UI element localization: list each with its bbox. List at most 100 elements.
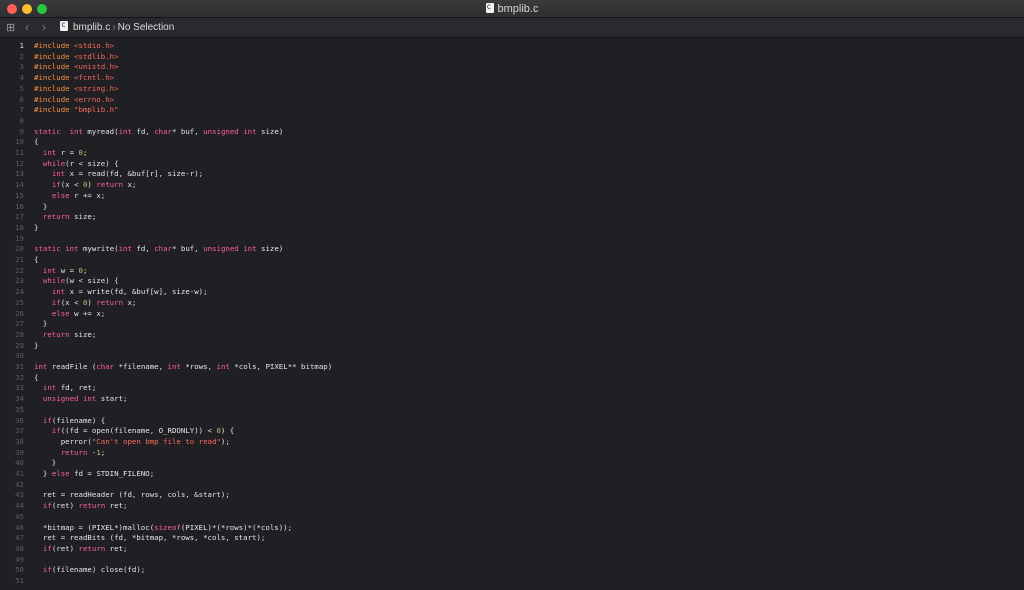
code-line[interactable]: 6 #include <errno.h> <box>0 95 1024 106</box>
code-line[interactable]: 8 <box>0 116 1024 127</box>
code-line[interactable]: 45 <box>0 512 1024 523</box>
code-line[interactable]: 41 } else fd = STDIN_FILENO; <box>0 469 1024 480</box>
code-text[interactable]: #include <stdlib.h> <box>34 52 119 63</box>
code-line[interactable]: 43 ret = readHeader (fd, rows, cols, &st… <box>0 490 1024 501</box>
code-text[interactable]: if(filename) { <box>34 416 105 427</box>
code-line[interactable]: 48 if(ret) return ret; <box>0 544 1024 555</box>
code-text[interactable]: #include <unistd.h> <box>34 62 119 73</box>
code-line[interactable]: 1 #include <stdio.h> <box>0 41 1024 52</box>
code-line[interactable]: 38 perror("Can't open bmp file to read")… <box>0 437 1024 448</box>
code-text[interactable]: #include <fcntl.h> <box>34 73 114 84</box>
forward-button[interactable]: › <box>42 20 46 34</box>
code-text[interactable]: if(filename) close(fd); <box>34 565 145 576</box>
breadcrumb-file[interactable]: bmplib.c <box>73 22 110 33</box>
code-text[interactable]: else w += x; <box>34 309 105 320</box>
code-line[interactable]: 3 #include <unistd.h> <box>0 62 1024 73</box>
code-line[interactable]: 15 else r += x; <box>0 191 1024 202</box>
code-line[interactable]: 39 return -1; <box>0 448 1024 459</box>
code-text[interactable]: int x = write(fd, &buf[w], size-w); <box>34 287 208 298</box>
code-text[interactable]: { <box>34 137 38 148</box>
code-text[interactable]: int readFile (char *filename, int *rows,… <box>34 362 332 373</box>
code-text[interactable]: #include "bmplib.h" <box>34 105 119 116</box>
code-line[interactable]: 34 unsigned int start; <box>0 394 1024 405</box>
code-text[interactable]: } <box>34 202 47 213</box>
code-line[interactable]: 25 if(x < 0) return x; <box>0 298 1024 309</box>
code-text[interactable]: if(ret) return ret; <box>34 501 128 512</box>
code-line[interactable]: 13 int x = read(fd, &buf[r], size-r); <box>0 169 1024 180</box>
code-line[interactable]: 36 if(filename) { <box>0 416 1024 427</box>
code-line[interactable]: 20 static int mywrite(int fd, char* buf, … <box>0 244 1024 255</box>
code-line[interactable]: 14 if(x < 0) return x; <box>0 180 1024 191</box>
code-text[interactable]: return -1; <box>34 448 106 459</box>
code-text[interactable]: } else fd = STDIN_FILENO; <box>34 469 154 480</box>
code-text[interactable]: return size; <box>34 212 96 223</box>
code-line[interactable]: 30 <box>0 351 1024 362</box>
back-button[interactable]: ‹ <box>25 20 29 34</box>
code-text[interactable]: } <box>34 341 38 352</box>
code-line[interactable]: 23 while(w < size) { <box>0 276 1024 287</box>
code-line[interactable]: 16 } <box>0 202 1024 213</box>
code-line[interactable]: 12 while(r < size) { <box>0 159 1024 170</box>
code-line[interactable]: 32 { <box>0 373 1024 384</box>
code-text[interactable]: else r += x; <box>34 191 105 202</box>
code-text[interactable]: { <box>34 373 38 384</box>
code-line[interactable]: 7 #include "bmplib.h" <box>0 105 1024 116</box>
code-text[interactable]: if(x < 0) return x; <box>34 298 137 309</box>
code-line[interactable]: 31 int readFile (char *filename, int *row… <box>0 362 1024 373</box>
code-line[interactable]: 26 else w += x; <box>0 309 1024 320</box>
code-text[interactable]: static int mywrite(int fd, char* buf, un… <box>34 244 283 255</box>
code-text[interactable]: static int myread(int fd, char* buf, uns… <box>34 127 283 138</box>
code-text[interactable]: #include <errno.h> <box>34 95 114 106</box>
code-text[interactable]: ret = readBits (fd, *bitmap, *rows, *col… <box>34 533 266 544</box>
breadcrumb-selection[interactable]: No Selection <box>118 22 175 33</box>
code-text[interactable]: } <box>34 223 38 234</box>
code-line[interactable]: 4 #include <fcntl.h> <box>0 73 1024 84</box>
code-line[interactable]: 28 return size; <box>0 330 1024 341</box>
code-line[interactable]: 10 { <box>0 137 1024 148</box>
code-line[interactable]: 17 return size; <box>0 212 1024 223</box>
code-line[interactable]: 21 { <box>0 255 1024 266</box>
code-line[interactable]: 18} <box>0 223 1024 234</box>
source-editor[interactable]: 1 #include <stdio.h> 2 #include <stdlib.h> 3… <box>0 38 1024 590</box>
code-line[interactable]: 33 int fd, ret; <box>0 383 1024 394</box>
code-line[interactable]: 29} <box>0 341 1024 352</box>
code-text[interactable]: } <box>34 319 47 330</box>
code-line[interactable]: 35 <box>0 405 1024 416</box>
code-text[interactable]: perror("Can't open bmp file to read"); <box>34 437 230 448</box>
code-line[interactable]: 24 int x = write(fd, &buf[w], size-w); <box>0 287 1024 298</box>
code-line[interactable]: 49 <box>0 555 1024 566</box>
code-text[interactable]: int w = 0; <box>34 266 88 277</box>
code-line[interactable]: 42 <box>0 480 1024 491</box>
code-line[interactable]: 5 #include <string.h> <box>0 84 1024 95</box>
code-text[interactable]: while(r < size) { <box>34 159 119 170</box>
code-text[interactable]: { <box>34 255 38 266</box>
code-text[interactable]: while(w < size) { <box>34 276 119 287</box>
code-line[interactable]: 9 static int myread(int fd, char* buf, un… <box>0 127 1024 138</box>
code-line[interactable]: 37 if((fd = open(filename, O_RDONLY)) < … <box>0 426 1024 437</box>
code-text[interactable]: if(ret) return ret; <box>34 544 128 555</box>
code-text[interactable]: #include <string.h> <box>34 84 119 95</box>
code-line[interactable]: 2 #include <stdlib.h> <box>0 52 1024 63</box>
related-items-grid-icon[interactable]: ⊞ <box>6 21 15 35</box>
code-line[interactable]: 11 int r = 0; <box>0 148 1024 159</box>
code-line[interactable]: 51 <box>0 576 1024 587</box>
code-text[interactable]: ret = readHeader (fd, rows, cols, &start… <box>34 490 230 501</box>
code-line[interactable]: 27 } <box>0 319 1024 330</box>
code-line[interactable]: 44 if(ret) return ret; <box>0 501 1024 512</box>
code-text[interactable]: int r = 0; <box>34 148 88 159</box>
code-text[interactable]: if(x < 0) return x; <box>34 180 137 191</box>
code-text[interactable]: #include <stdio.h> <box>34 41 114 52</box>
code-line[interactable]: 40 } <box>0 458 1024 469</box>
code-line[interactable]: 50 if(filename) close(fd); <box>0 565 1024 576</box>
code-text[interactable]: return size; <box>34 330 96 341</box>
code-text[interactable]: int fd, ret; <box>34 383 96 394</box>
code-text[interactable]: *bitmap = (PIXEL*)malloc(sizeof(PIXEL)*(… <box>34 523 292 534</box>
code-line[interactable]: 47 ret = readBits (fd, *bitmap, *rows, *… <box>0 533 1024 544</box>
code-text[interactable]: int x = read(fd, &buf[r], size-r); <box>34 169 203 180</box>
code-line[interactable]: 19 <box>0 234 1024 245</box>
code-text[interactable]: unsigned int start; <box>34 394 128 405</box>
code-line[interactable]: 22 int w = 0; <box>0 266 1024 277</box>
code-line[interactable]: 46 *bitmap = (PIXEL*)malloc(sizeof(PIXEL… <box>0 523 1024 534</box>
code-text[interactable]: if((fd = open(filename, O_RDONLY)) < 0) … <box>34 426 234 437</box>
code-text[interactable]: } <box>34 458 56 469</box>
